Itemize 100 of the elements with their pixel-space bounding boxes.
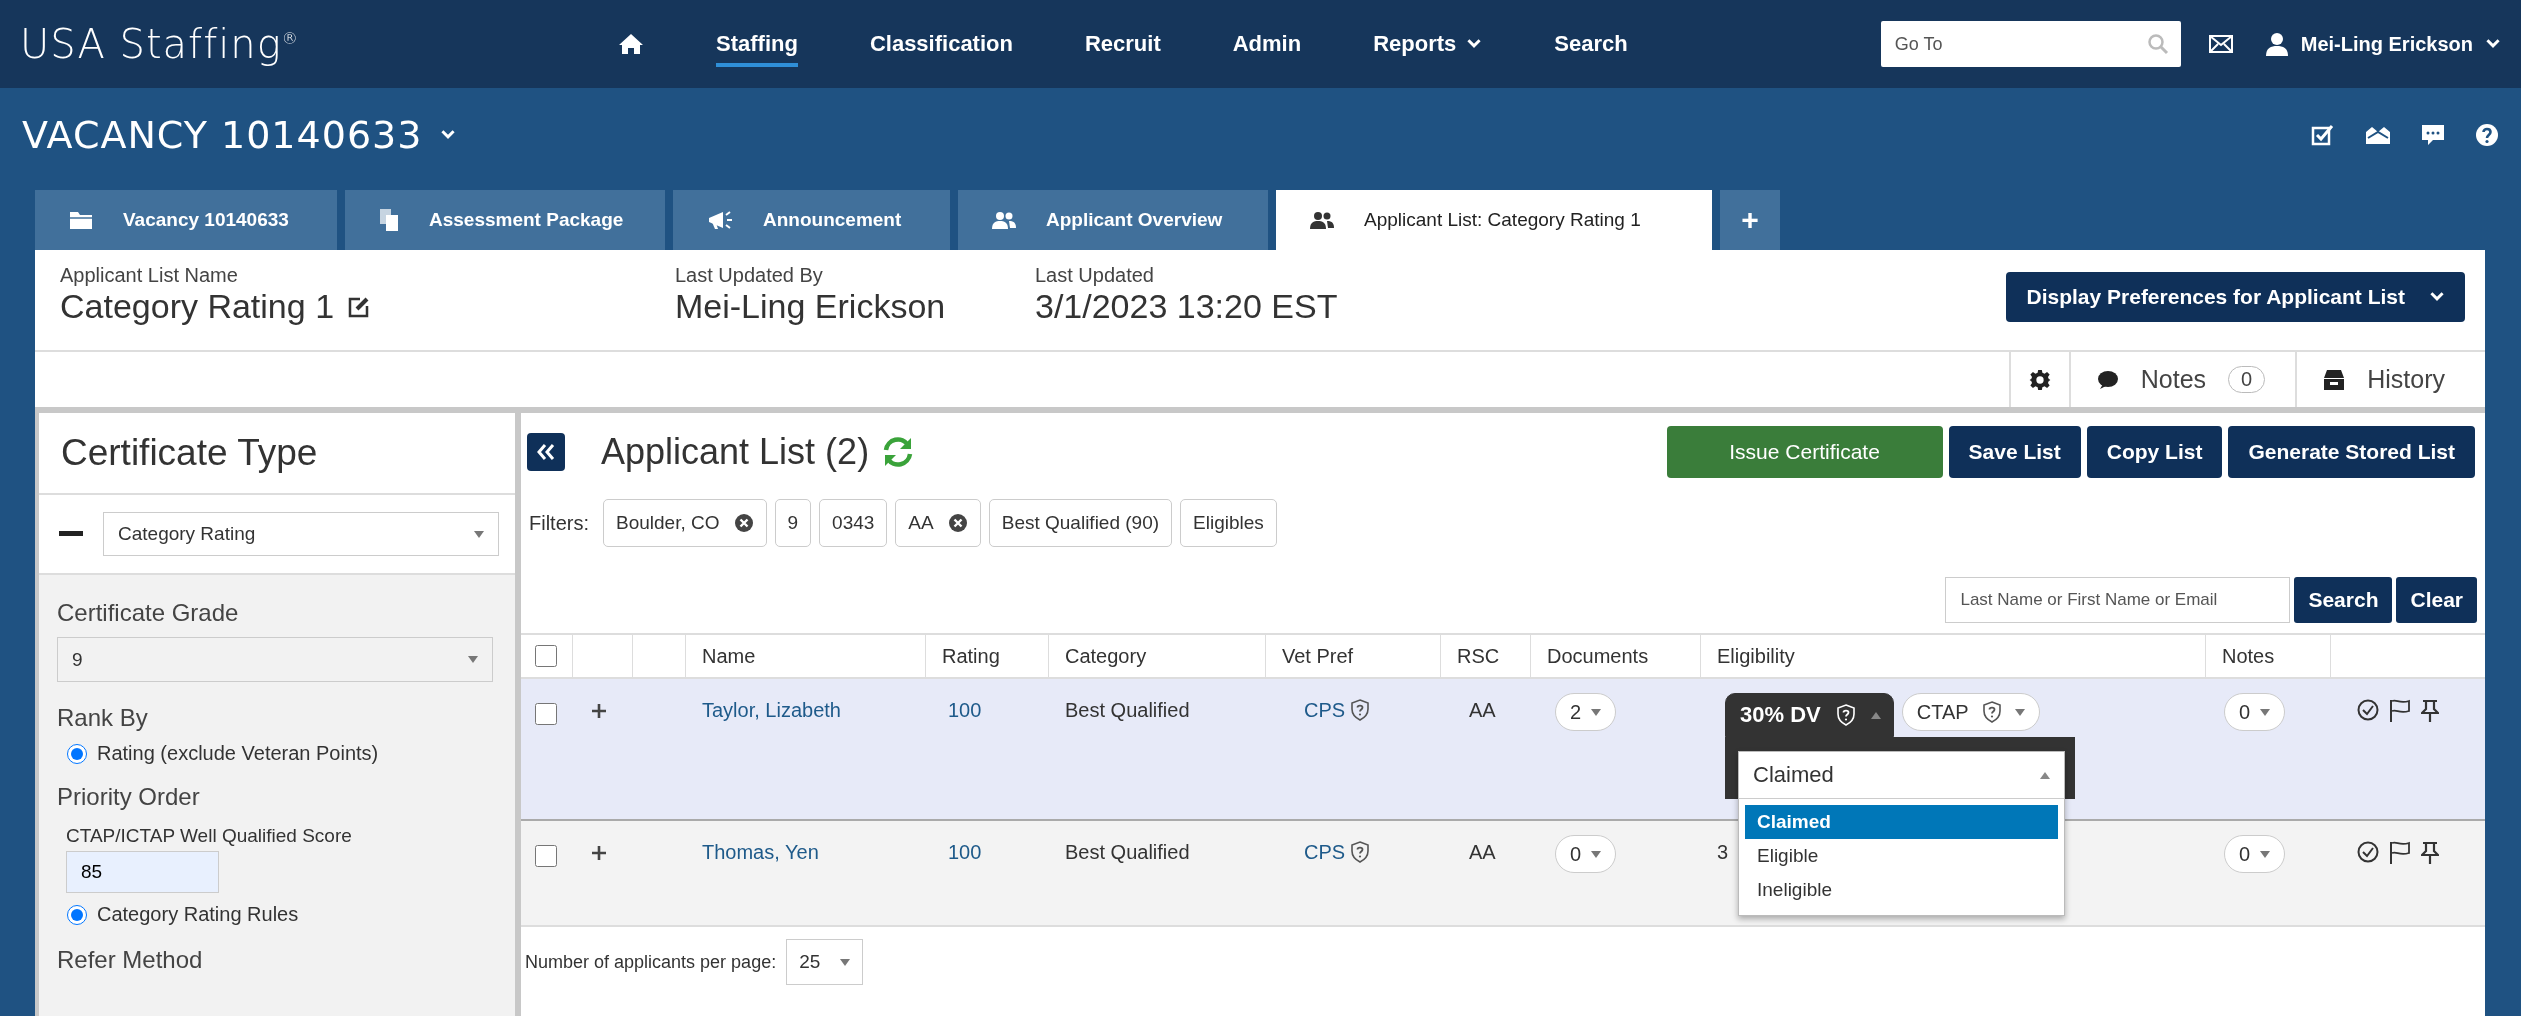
expand-button[interactable] xyxy=(591,845,607,861)
chat-icon[interactable] xyxy=(2421,123,2445,147)
column-header[interactable]: Eligibility xyxy=(1717,644,1795,668)
dropdown-option[interactable]: Claimed xyxy=(1745,805,2058,839)
remove-icon[interactable] xyxy=(947,513,968,533)
action-button[interactable]: Issue Certificate xyxy=(1666,426,1943,478)
column-header[interactable]: Documents xyxy=(1547,644,1649,668)
select-all-checkbox[interactable] xyxy=(535,645,557,667)
clear-button[interactable]: Clear xyxy=(2396,577,2477,623)
tab[interactable]: Announcement xyxy=(673,190,950,250)
nav-link[interactable]: Admin xyxy=(1232,21,1302,67)
column-header[interactable]: Notes xyxy=(2222,644,2275,668)
column-header[interactable]: Vet Pref xyxy=(1282,644,1354,668)
pin-icon[interactable] xyxy=(2421,699,2439,723)
tab[interactable]: Assessment Package xyxy=(345,190,665,250)
eligibility-dropdown[interactable]: CTAP xyxy=(1901,693,2040,731)
nav-link[interactable]: Search xyxy=(1554,21,1628,67)
dropdown-option[interactable]: Ineligible xyxy=(1745,873,2058,907)
tab[interactable]: Applicant Overview xyxy=(958,190,1268,250)
tab[interactable]: Applicant List: Category Rating 1 xyxy=(1276,190,1712,250)
edit-icon[interactable] xyxy=(348,295,371,318)
applicant-name[interactable]: Taylor, Lizabeth xyxy=(702,699,841,722)
documents-icon xyxy=(379,208,399,232)
expand-button[interactable] xyxy=(591,703,607,719)
certificate-type-select[interactable]: Category Rating xyxy=(103,512,499,556)
radio-button[interactable] xyxy=(67,743,87,764)
field-label: Last Updated By xyxy=(675,264,824,287)
home-icon[interactable] xyxy=(618,33,644,55)
filter-chip[interactable]: Eligibles xyxy=(1180,499,1277,547)
check-circle-icon[interactable] xyxy=(2357,841,2379,863)
vet-pref-link[interactable]: CPS xyxy=(1304,699,1346,722)
search-button[interactable]: Search xyxy=(2294,577,2393,623)
double-chevron-icon xyxy=(536,443,556,461)
search-icon xyxy=(2146,33,2169,55)
help-icon[interactable] xyxy=(2475,123,2499,147)
eligibility-text: 3 xyxy=(1717,841,1729,864)
row-checkbox[interactable] xyxy=(535,845,557,867)
notes-button[interactable]: Notes 0 xyxy=(2068,352,2296,407)
rating-link[interactable]: 100 xyxy=(948,841,982,864)
caret-icon xyxy=(1591,708,1602,716)
speech-bubble-icon xyxy=(2096,369,2119,390)
archive-icon xyxy=(2323,368,2346,391)
eligibility-select[interactable]: Claimed xyxy=(1739,752,2064,799)
collapse-icon[interactable] xyxy=(59,531,83,537)
section-label: Priority Order xyxy=(57,783,201,811)
field-label: CTAP/ICTAP Well Qualified Score xyxy=(66,825,353,847)
filter-chip[interactable]: Boulder, CO xyxy=(603,499,767,547)
user-name[interactable]: Mei-Ling Erickson xyxy=(2300,32,2473,56)
history-button[interactable]: History xyxy=(2295,352,2485,407)
caret-icon xyxy=(840,958,851,966)
crown-icon[interactable] xyxy=(2365,124,2391,146)
nav-link[interactable]: Reports xyxy=(1373,21,1483,67)
collapse-panel-button[interactable] xyxy=(527,433,565,471)
display-preferences-button[interactable]: Display Preferences for Applicant List xyxy=(2006,272,2465,322)
nav-link[interactable]: Recruit xyxy=(1084,21,1161,67)
flag-icon[interactable] xyxy=(2389,841,2411,865)
vet-pref-link[interactable]: CPS xyxy=(1304,841,1346,864)
app-logo[interactable]: USA Staffing$^{®}$ xyxy=(20,21,560,67)
nav-link[interactable]: Classification xyxy=(869,21,1013,67)
chevron-icon xyxy=(2485,38,2501,50)
action-button[interactable]: Save List xyxy=(1948,426,2081,478)
eligibility-dropdown[interactable]: 30% DV xyxy=(1725,693,1894,737)
remove-icon[interactable] xyxy=(733,513,754,533)
column-header[interactable]: Rating xyxy=(942,644,1000,668)
nav-link[interactable]: Staffing xyxy=(716,21,798,67)
score-field[interactable]: 85 xyxy=(66,851,219,893)
add-tab-button[interactable]: + xyxy=(1720,190,1780,250)
per-page-select[interactable]: 25 xyxy=(786,939,864,985)
list-title: Applicant List (2) xyxy=(601,431,870,473)
column-header[interactable]: RSC xyxy=(1457,644,1500,668)
filter-chip[interactable]: AA xyxy=(895,499,981,547)
applicant-name[interactable]: Thomas, Yen xyxy=(702,841,819,864)
vacancy-title: VACANCY 10140633 xyxy=(22,113,423,157)
goto-field[interactable]: Go To xyxy=(1880,21,2181,67)
check-circle-icon[interactable] xyxy=(2357,699,2379,721)
action-button[interactable]: Generate Stored List xyxy=(2228,426,2475,478)
rating-link[interactable]: 100 xyxy=(948,699,982,722)
search-field[interactable]: Last Name or First Name or Email xyxy=(1945,577,2291,623)
pin-icon[interactable] xyxy=(2421,841,2439,865)
certificate-grade-select[interactable]: 9 xyxy=(57,637,493,682)
per-page-label: Number of applicants per page: xyxy=(525,951,777,973)
column-header[interactable]: Category xyxy=(1065,644,1147,668)
filter-chip[interactable]: 0343 xyxy=(819,499,888,547)
field-label: Last Updated xyxy=(1035,264,1155,287)
user-icon[interactable] xyxy=(2264,32,2289,56)
row-checkbox[interactable] xyxy=(535,703,557,725)
radio-button[interactable] xyxy=(67,904,87,925)
filter-chip[interactable]: Best Qualified (90) xyxy=(988,499,1173,547)
section-label: Refer Method xyxy=(57,946,204,974)
category-text: Best Qualified xyxy=(1065,699,1190,722)
filter-chip[interactable]: 9 xyxy=(774,499,812,547)
dropdown-option[interactable]: Eligible xyxy=(1745,839,2058,873)
column-header[interactable]: Name xyxy=(702,644,756,668)
tab[interactable]: Vacancy 10140633 xyxy=(35,190,337,250)
flag-icon[interactable] xyxy=(2389,699,2411,723)
caret-icon xyxy=(1870,711,1881,719)
mail-icon[interactable] xyxy=(2208,35,2233,53)
settings-icon[interactable] xyxy=(2028,368,2051,391)
checkbox-icon[interactable] xyxy=(2311,123,2335,147)
action-button[interactable]: Copy List xyxy=(2086,426,2223,478)
